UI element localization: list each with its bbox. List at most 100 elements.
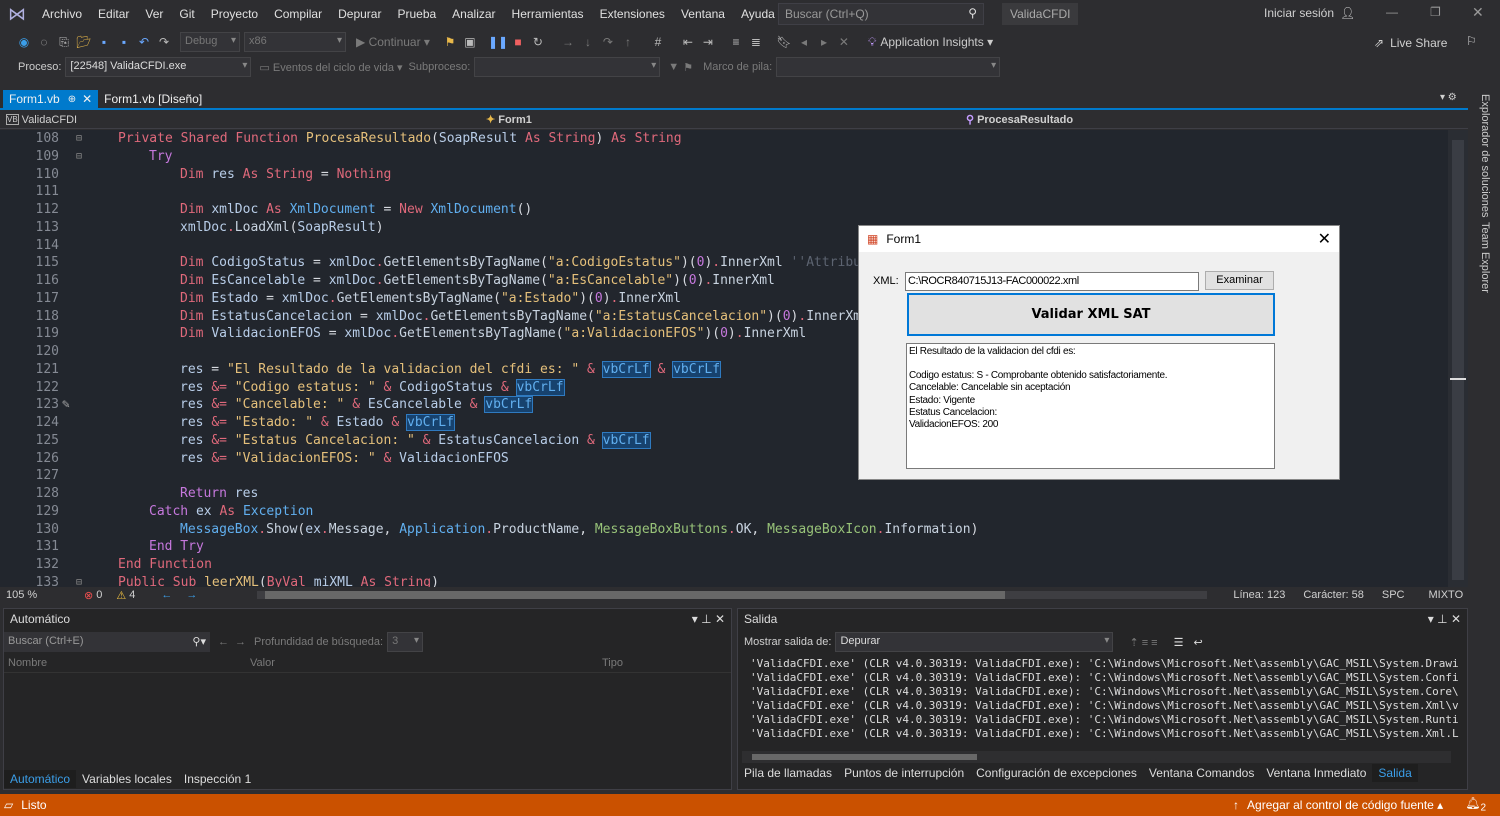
- result-textbox[interactable]: El Resultado de la validacion del cfdi e…: [906, 343, 1275, 469]
- validate-xml-button[interactable]: Validar XML SAT: [907, 293, 1275, 336]
- redo-icon[interactable]: ↷: [154, 35, 174, 49]
- code-line[interactable]: 131 End Try: [0, 538, 1448, 556]
- restart-icon[interactable]: ↻: [528, 35, 548, 49]
- menu-compilar[interactable]: Compilar: [266, 7, 330, 21]
- menu-ayuda[interactable]: Ayuda: [733, 7, 783, 21]
- step-icon[interactable]: →: [558, 35, 578, 49]
- menu-extensiones[interactable]: Extensiones: [592, 7, 673, 21]
- search-back-icon[interactable]: ←: [218, 636, 229, 648]
- code-line[interactable]: 108 ⊟ Private Shared Function ProcesaResul…: [0, 130, 1448, 148]
- code-line[interactable]: 130 MessageBox.Show(ex.Message, Applicati…: [0, 521, 1448, 539]
- live-share-button[interactable]: ⇗ Live Share: [1374, 36, 1447, 50]
- save-all-icon[interactable]: ▪: [114, 35, 134, 49]
- output-horizontal-scrollbar[interactable]: [742, 751, 1451, 763]
- filter-icon[interactable]: ▼: [668, 61, 679, 73]
- editor-horizontal-scrollbar[interactable]: [257, 591, 1208, 599]
- source-control-button[interactable]: Agregar al control de código fuente ▴: [1247, 798, 1443, 812]
- flag-threads-icon[interactable]: ⚑: [683, 61, 693, 74]
- error-icon[interactable]: ⊗: [84, 589, 93, 602]
- editor-vertical-scrollbar[interactable]: [1448, 130, 1468, 587]
- collapse-icon[interactable]: ⊟: [76, 148, 82, 166]
- tab-locals[interactable]: Variables locales: [76, 770, 178, 788]
- bookmark-icon[interactable]: 🔖︎: [774, 35, 794, 49]
- solution-explorer-tab[interactable]: Explorador de soluciones: [1479, 94, 1491, 218]
- nav-forward-icon[interactable]: →: [186, 589, 197, 601]
- menu-archivo[interactable]: Archivo: [34, 7, 90, 21]
- code-line[interactable]: 132 End Function: [0, 556, 1448, 574]
- code-line[interactable]: 129 Catch ex As Exception: [0, 503, 1448, 521]
- forward-icon[interactable]: ◌: [34, 35, 54, 49]
- code-line[interactable]: 109 ⊟ Try: [0, 148, 1448, 166]
- code-line[interactable]: 128 Return res: [0, 485, 1448, 503]
- clear-all-icon[interactable]: ☰: [1174, 636, 1184, 649]
- panel-controls[interactable]: ▾ ⊥ ✕: [1428, 612, 1461, 628]
- tab-command-window[interactable]: Ventana Comandos: [1143, 764, 1260, 782]
- comment-icon[interactable]: ≡: [726, 35, 746, 49]
- menu-git[interactable]: Git: [171, 7, 202, 21]
- close-button[interactable]: ✕: [1472, 4, 1484, 21]
- save-icon[interactable]: ▪: [94, 35, 114, 49]
- code-line[interactable]: 133 ⊟ Public Sub leerXML(ByVal miXML As St…: [0, 574, 1448, 587]
- uncomment-icon[interactable]: ≣: [746, 35, 766, 49]
- form-close-button[interactable]: ✕: [1318, 229, 1331, 249]
- menu-ver[interactable]: Ver: [137, 7, 171, 21]
- tab-close-icon[interactable]: ✕: [82, 92, 92, 106]
- autos-search-input[interactable]: Buscar (Ctrl+E) ⚲▾: [4, 632, 210, 652]
- menu-herramientas[interactable]: Herramientas: [504, 7, 592, 21]
- nav-back-icon[interactable]: ←: [161, 589, 172, 601]
- tab-autos[interactable]: Automático: [4, 770, 77, 788]
- open-icon[interactable]: 📂︎: [74, 35, 94, 49]
- depth-dropdown[interactable]: 3: [387, 632, 424, 652]
- indent-icon[interactable]: ⇤: [678, 35, 698, 49]
- next-bookmark-icon[interactable]: ▸: [814, 35, 834, 49]
- tab-watch-1[interactable]: Inspección 1: [178, 770, 257, 788]
- tab-form1-vb[interactable]: Form1.vb ⊕ ✕: [3, 90, 99, 108]
- search-forward-icon[interactable]: →: [235, 636, 246, 648]
- tab-call-stack[interactable]: Pila de llamadas: [738, 764, 838, 782]
- hex-icon[interactable]: #: [648, 35, 668, 49]
- menu-prueba[interactable]: Prueba: [389, 7, 444, 21]
- menu-depurar[interactable]: Depurar: [330, 7, 389, 21]
- find-message-icon[interactable]: ⇡ ≡ ≡: [1129, 636, 1157, 649]
- tab-list-icon[interactable]: ▾ ⚙: [1440, 92, 1457, 103]
- notifications-button[interactable]: 🔔︎2: [1465, 796, 1486, 813]
- prev-bookmark-icon[interactable]: ◂: [794, 35, 814, 49]
- tab-exception-settings[interactable]: Configuración de excepciones: [970, 764, 1143, 782]
- column-name[interactable]: Nombre: [4, 657, 244, 669]
- thread-dropdown[interactable]: [474, 57, 661, 77]
- code-line[interactable]: 112 Dim xmlDoc As XmlDocument = New XmlDo…: [0, 201, 1448, 219]
- step-into-icon[interactable]: ↓: [578, 35, 598, 49]
- config-dropdown[interactable]: Debug: [180, 32, 240, 52]
- column-value[interactable]: Valor: [244, 657, 596, 669]
- column-type[interactable]: Tipo: [596, 657, 623, 669]
- tab-immediate-window[interactable]: Ventana Inmediato: [1260, 764, 1372, 782]
- menu-analizar[interactable]: Analizar: [444, 7, 503, 21]
- menu-editar[interactable]: Editar: [90, 7, 137, 21]
- find-icon[interactable]: ⚑: [440, 35, 460, 49]
- lifecycle-events-button[interactable]: ▭ Eventos del ciclo de vida ▾: [259, 61, 402, 74]
- browse-button[interactable]: Examinar: [1205, 271, 1274, 290]
- process-dropdown[interactable]: [22548] ValidaCFDI.exe: [65, 57, 252, 77]
- new-project-icon[interactable]: ⎘: [54, 35, 74, 50]
- sign-in-button[interactable]: Iniciar sesión 👤︎: [1264, 6, 1355, 20]
- minimize-button[interactable]: —: [1386, 5, 1398, 19]
- outdent-icon[interactable]: ⇥: [698, 35, 718, 49]
- undo-icon[interactable]: ↶: [134, 35, 154, 49]
- window-icon[interactable]: ▣: [460, 35, 480, 49]
- output-text[interactable]: 'ValidaCFDI.exe' (CLR v4.0.30319: Valida…: [738, 653, 1467, 751]
- collapse-icon[interactable]: ⊟: [76, 130, 82, 148]
- tab-breakpoints[interactable]: Puntos de interrupción: [838, 764, 970, 782]
- code-line[interactable]: 111: [0, 183, 1448, 201]
- warning-icon[interactable]: ⚠: [116, 589, 126, 602]
- step-over-icon[interactable]: ↷: [598, 35, 618, 49]
- app-insights-button[interactable]: Application Insights ▾: [880, 35, 993, 49]
- pause-icon[interactable]: ❚❚: [488, 35, 508, 49]
- tab-form1-design[interactable]: Form1.vb [Diseño]: [98, 90, 208, 108]
- feedback-icon[interactable]: ⚐: [1466, 34, 1477, 48]
- collapse-icon[interactable]: ⊟: [76, 574, 82, 587]
- search-box[interactable]: Buscar (Ctrl+Q) ⚲: [778, 3, 984, 25]
- clear-bookmark-icon[interactable]: ✕: [834, 35, 854, 49]
- xml-path-input[interactable]: C:\ROCR840715J13-FAC000022.xml: [905, 272, 1199, 291]
- class-dropdown[interactable]: ✦ Form1: [486, 113, 966, 127]
- stop-icon[interactable]: ■: [508, 35, 528, 49]
